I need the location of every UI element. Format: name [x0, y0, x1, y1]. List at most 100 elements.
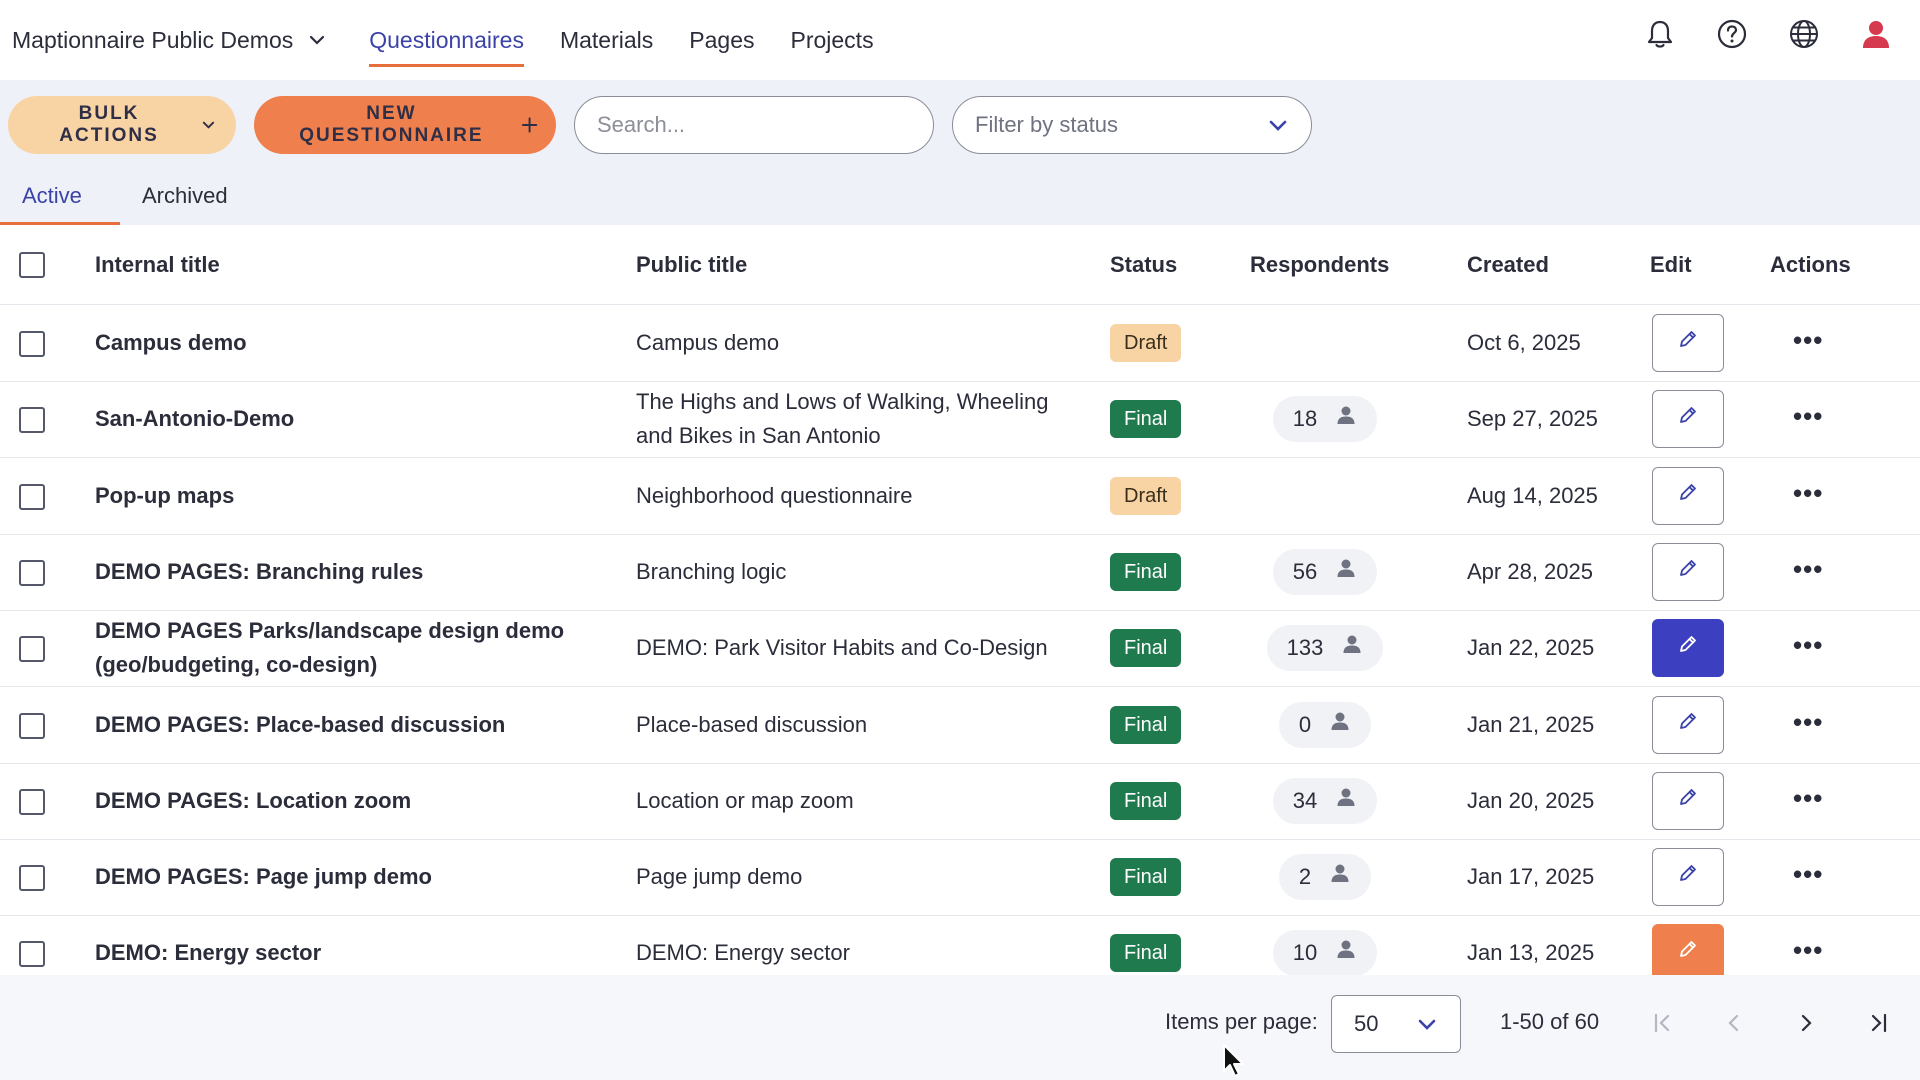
header-public-title[interactable]: Public title	[636, 248, 1076, 282]
pencil-icon	[1677, 555, 1699, 589]
header-edit: Edit	[1650, 252, 1692, 277]
more-actions-icon[interactable]: •••	[1793, 630, 1823, 660]
respondents-count[interactable]: 133	[1266, 625, 1384, 672]
table-row[interactable]: DEMO PAGES: Location zoom Location or map…	[0, 763, 1920, 840]
person-icon	[1335, 784, 1357, 818]
items-per-page-select[interactable]: 50	[1331, 995, 1461, 1053]
internal-title[interactable]: DEMO: Energy sector	[95, 936, 615, 970]
edit-button[interactable]	[1652, 695, 1724, 754]
created-date: Oct 6, 2025	[1467, 330, 1581, 355]
table-row[interactable]: DEMO: Energy sector DEMO: Energy sector Fi…	[0, 915, 1920, 975]
edit-button[interactable]	[1652, 314, 1724, 372]
respondents-count[interactable]: 2	[1278, 854, 1372, 901]
respondents-count[interactable]: 10	[1272, 930, 1378, 975]
row-checkbox[interactable]	[19, 483, 45, 510]
row-checkbox[interactable]	[19, 788, 45, 815]
select-all-checkbox[interactable]	[19, 252, 45, 278]
edit-button[interactable]	[1652, 771, 1724, 830]
person-icon	[1329, 708, 1351, 742]
internal-title[interactable]: San-Antonio-Demo	[95, 402, 615, 436]
more-actions-icon[interactable]: •••	[1793, 859, 1823, 889]
row-checkbox[interactable]	[19, 865, 45, 892]
public-title: Campus demo	[636, 330, 780, 355]
internal-title[interactable]: DEMO PAGES Parks/landscape design demo (…	[95, 614, 615, 682]
internal-title[interactable]: Campus demo	[95, 326, 615, 360]
table-row[interactable]: DEMO PAGES: Place-based discussion Place-…	[0, 687, 1920, 764]
table-row[interactable]: DEMO PAGES: Page jump demo Page jump demo…	[0, 839, 1920, 917]
row-checkbox[interactable]	[19, 941, 45, 968]
table-row[interactable]: DEMO PAGES: Branching rules Branching log…	[0, 534, 1920, 611]
row-checkbox[interactable]	[19, 559, 45, 586]
nav-materials[interactable]: Materials	[560, 21, 653, 67]
internal-title[interactable]: Pop-up maps	[95, 479, 615, 513]
bell-icon[interactable]	[1644, 18, 1676, 50]
respondents-count[interactable]: 18	[1272, 396, 1378, 443]
respondents-value: 34	[1292, 787, 1318, 813]
more-actions-icon[interactable]: •••	[1793, 935, 1823, 965]
search-input[interactable]	[574, 96, 934, 154]
created-date: Jan 21, 2025	[1467, 711, 1595, 737]
respondents-count[interactable]: 0	[1278, 701, 1372, 748]
tab-active[interactable]: Active	[0, 176, 120, 225]
chevron-down-icon	[1269, 120, 1287, 131]
globe-icon[interactable]	[1788, 18, 1820, 50]
table-row[interactable]: San-Antonio-Demo The Highs and Lows of Wa…	[0, 381, 1920, 459]
more-actions-icon[interactable]: •••	[1793, 478, 1823, 508]
header-status[interactable]: Status	[1110, 248, 1177, 282]
table-row[interactable]: Pop-up maps Neighborhood questionnaire Dra…	[0, 458, 1920, 535]
public-title: The Highs and Lows of Walking, Wheeling …	[636, 389, 1049, 449]
header-internal-title[interactable]: Internal title	[95, 248, 615, 282]
org-name: Maptionnaire Public Demos	[12, 26, 294, 53]
edit-button[interactable]	[1652, 542, 1724, 601]
more-actions-icon[interactable]: •••	[1793, 325, 1823, 355]
respondents-value: 2	[1298, 864, 1312, 890]
row-checkbox[interactable]	[19, 331, 45, 357]
user-icon[interactable]	[1860, 18, 1892, 50]
header-actions: Actions	[1770, 252, 1851, 277]
previous-page-icon[interactable]	[1716, 1005, 1752, 1041]
status-badge: Final	[1110, 705, 1182, 744]
next-page-icon[interactable]	[1788, 1005, 1824, 1041]
chevron-down-icon	[1418, 1019, 1436, 1030]
first-page-icon[interactable]	[1645, 1005, 1681, 1041]
public-title: Branching logic	[636, 558, 787, 584]
edit-button[interactable]	[1652, 619, 1724, 678]
nav-projects[interactable]: Projects	[790, 21, 873, 67]
row-checkbox[interactable]	[19, 407, 45, 434]
table-row[interactable]: Campus demo Campus demo Draft Oct 6, 2025 ••…	[0, 305, 1920, 382]
help-icon[interactable]	[1716, 18, 1748, 50]
edit-button[interactable]	[1652, 924, 1724, 975]
row-checkbox[interactable]	[19, 712, 45, 739]
bulk-actions-button[interactable]: BULK ACTIONS	[8, 96, 236, 154]
edit-button[interactable]	[1652, 390, 1724, 449]
chevron-down-icon	[202, 121, 215, 129]
more-actions-icon[interactable]: •••	[1793, 401, 1823, 431]
person-icon	[1335, 402, 1357, 436]
edit-button[interactable]	[1652, 466, 1724, 525]
internal-title[interactable]: DEMO PAGES: Page jump demo	[95, 860, 615, 894]
table-row[interactable]: DEMO PAGES Parks/landscape design demo (…	[0, 610, 1920, 688]
new-questionnaire-button[interactable]: NEW QUESTIONNAIRE	[254, 96, 556, 154]
respondents-count[interactable]: 56	[1272, 548, 1378, 595]
org-switcher[interactable]: Maptionnaire Public Demos	[12, 27, 327, 54]
nav-pages[interactable]: Pages	[689, 21, 754, 67]
more-actions-icon[interactable]: •••	[1793, 707, 1823, 737]
more-actions-icon[interactable]: •••	[1793, 783, 1823, 813]
internal-title[interactable]: DEMO PAGES: Branching rules	[95, 555, 615, 589]
created-date: Jan 17, 2025	[1467, 864, 1595, 890]
status-filter-select[interactable]: Filter by status	[952, 96, 1312, 154]
pencil-icon	[1677, 784, 1699, 818]
more-actions-icon[interactable]: •••	[1793, 554, 1823, 584]
internal-title[interactable]: DEMO PAGES: Place-based discussion	[95, 708, 615, 742]
header-respondents[interactable]: Respondents	[1250, 248, 1389, 282]
chevron-down-icon	[310, 35, 325, 45]
nav-questionnaires[interactable]: Questionnaires	[369, 21, 524, 67]
pencil-icon	[1677, 326, 1699, 360]
edit-button[interactable]	[1652, 848, 1724, 907]
header-created[interactable]: Created	[1467, 248, 1549, 282]
respondents-count[interactable]: 34	[1272, 777, 1378, 824]
row-checkbox[interactable]	[19, 636, 45, 663]
internal-title[interactable]: DEMO PAGES: Location zoom	[95, 784, 615, 818]
tab-archived[interactable]: Archived	[120, 176, 250, 225]
last-page-icon[interactable]	[1860, 1005, 1896, 1041]
